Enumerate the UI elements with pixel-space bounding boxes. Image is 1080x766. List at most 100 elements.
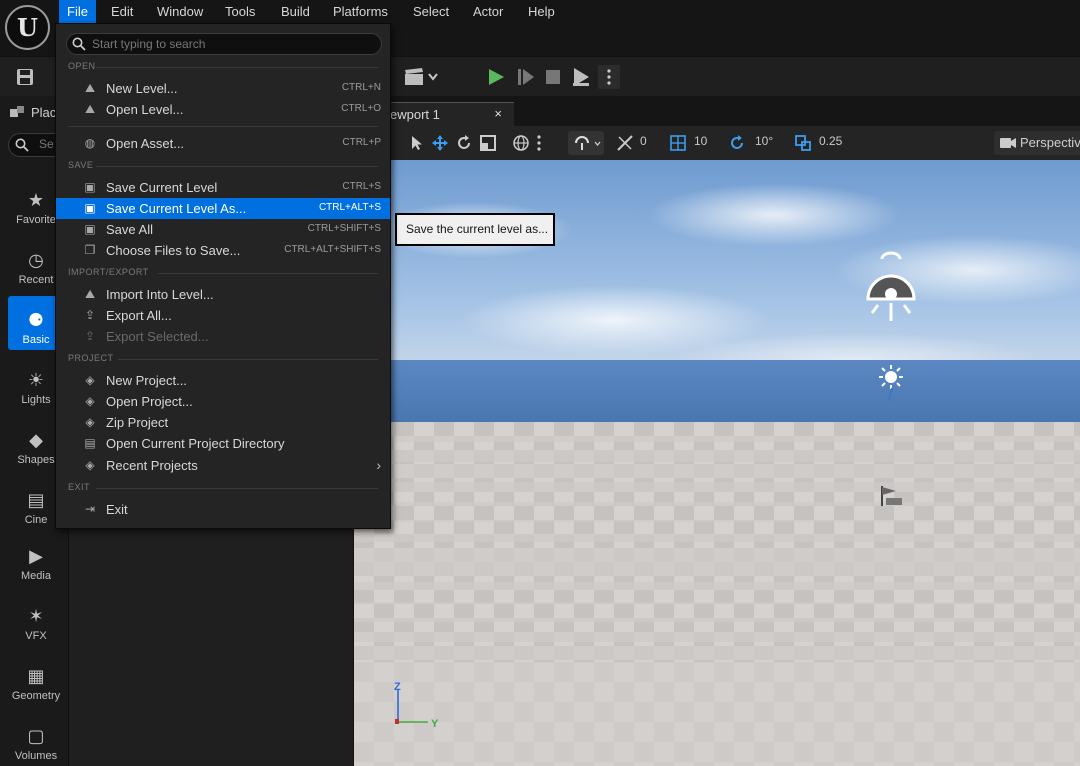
section-exit: EXIT [68,482,91,492]
axis-indicator: Z Y [394,681,439,730]
unreal-logo-icon[interactable]: U [5,5,50,50]
menu-item-label: New Level... [106,81,178,96]
chevron-down-icon[interactable] [427,69,439,85]
menu-item-open-project[interactable]: ◈ Open Project... [56,391,390,412]
sparkle-icon: ✶ [28,606,44,626]
surface-snap-button[interactable] [568,131,604,155]
menu-item-save-current-level[interactable]: ▣ Save Current Level CTRL+S [56,177,390,198]
mode-volumes[interactable]: ▢ Volumes [8,712,64,766]
mode-label: Favorite [16,214,56,226]
divider [96,488,378,489]
menu-item-new-level[interactable]: ⛰ New Level... CTRL+N [56,78,390,99]
menu-help[interactable]: Help [520,0,563,23]
import-icon: ⛰ [84,287,96,301]
menu-item-exit[interactable]: ⇥ Exit [56,499,390,520]
menu-item-open-asset[interactable]: ◍ Open Asset... CTRL+P [56,133,390,154]
scale-snap-icon[interactable] [794,134,812,152]
mode-label: Geometry [11,690,61,702]
stop-icon[interactable] [541,67,565,87]
mode-label: Volumes [14,750,58,762]
shapes-icon: ◆ [29,430,43,450]
menu-tools[interactable]: Tools [217,0,263,23]
menu-item-label: Import Into Level... [106,287,214,302]
directional-light-icon[interactable] [876,364,906,402]
menu-item-open-project-directory[interactable]: ▤ Open Current Project Directory [56,433,390,454]
level-viewport[interactable]: Z Y [354,160,1080,766]
translate-snap-value[interactable]: 0 [640,134,647,148]
save-icon: ▣ [84,180,96,194]
menu-actor[interactable]: Actor [465,0,511,23]
view-mode-button[interactable]: Perspectiv [994,131,1080,155]
search-placeholder: Se [39,137,54,151]
choose-files-icon: ❐ [84,243,96,257]
player-start-icon[interactable] [878,484,906,508]
menu-item-label: Save Current Level [106,180,218,195]
menu-file[interactable]: File [59,0,96,23]
search-icon [15,138,29,152]
mode-geometry[interactable]: ▦ Geometry [8,652,64,706]
menu-item-save-all[interactable]: ▣ Save All CTRL+SHIFT+S [56,219,390,240]
open-project-icon: ◈ [85,394,95,408]
translate-icon[interactable] [431,134,449,152]
menu-item-choose-files-to-save[interactable]: ❐ Choose Files to Save... CTRL+ALT+SHIFT… [56,240,390,261]
menu-item-export-all[interactable]: ⇪ Export All... [56,305,390,326]
open-asset-icon: ◍ [84,136,96,150]
menu-select[interactable]: Select [405,0,457,23]
cinematics-icon[interactable] [403,67,425,87]
menu-item-export-selected[interactable]: ⇪ Export Selected... [56,326,390,347]
menu-item-recent-projects[interactable]: ◈ Recent Projects › [56,455,390,476]
menu-item-label: Save All [106,222,153,237]
menu-item-zip-project[interactable]: ◈ Zip Project [56,412,390,433]
rotation-snap-icon[interactable] [728,134,746,152]
rotate-icon[interactable] [455,134,473,152]
translate-snap-icon[interactable] [616,134,634,152]
menu-edit[interactable]: Edit [103,0,141,23]
more-options-icon[interactable] [598,65,620,89]
surface-snap-icon [575,136,589,150]
menu-item-label: Open Asset... [106,136,185,151]
grid-snap-value[interactable]: 10 [694,134,707,148]
menu-platforms[interactable]: Platforms [325,0,396,23]
menu-item-open-level[interactable]: ⛰ Open Level... CTRL+O [56,99,390,120]
menu-item-import-into-level[interactable]: ⛰ Import Into Level... [56,284,390,305]
step-icon[interactable] [514,67,538,87]
menu-item-label: New Project... [106,373,187,388]
mode-label: Shapes [17,454,55,466]
divider [158,273,378,274]
menu-build[interactable]: Build [273,0,318,23]
menu-item-label: Export All... [106,308,172,323]
grid-snap-icon[interactable] [669,134,687,152]
file-menu-dropdown: OPEN ⛰ New Level... CTRL+N ⛰ Open Level.… [55,23,391,529]
rotation-snap-value[interactable]: 10° [755,134,773,148]
close-icon[interactable]: × [494,106,502,121]
more-options-icon[interactable] [536,135,542,151]
scale-snap-value[interactable]: 0.25 [819,134,842,148]
menu-item-label: Export Selected... [106,329,209,344]
horizon [354,360,1080,425]
menu-window[interactable]: Window [149,0,211,23]
scale-icon[interactable] [479,134,497,152]
menu-search-input[interactable] [92,36,372,52]
menu-item-label: Open Level... [106,102,184,117]
sky-light-icon[interactable] [864,245,918,325]
select-cursor-icon[interactable] [410,135,424,151]
viewport-toolbar: 0 10 10° 0.25 Perspectiv [354,126,1080,160]
save-icon[interactable] [14,67,36,87]
exit-icon: ⇥ [84,502,96,516]
menu-item-shortcut: CTRL+SHIFT+S [307,223,381,234]
mode-vfx[interactable]: ✶ VFX [8,592,64,646]
menu-item-save-current-level-as[interactable]: ▣ Save Current Level As... CTRL+ALT+S [56,198,390,219]
eject-icon[interactable] [569,67,593,87]
menu-item-shortcut: CTRL+S [342,181,381,192]
menu-search-field[interactable] [66,33,382,55]
play-icon[interactable] [484,67,508,87]
checker-floor [354,422,1080,766]
menu-item-shortcut: CTRL+ALT+SHIFT+S [284,244,381,255]
place-actors-icon [10,106,24,117]
geometry-icon: ▦ [27,666,45,686]
divider [118,359,378,360]
world-space-icon[interactable] [512,134,530,152]
mode-media[interactable]: ▶ Media [8,532,64,586]
new-project-icon: ◈ [85,373,95,387]
menu-item-new-project[interactable]: ◈ New Project... [56,370,390,391]
